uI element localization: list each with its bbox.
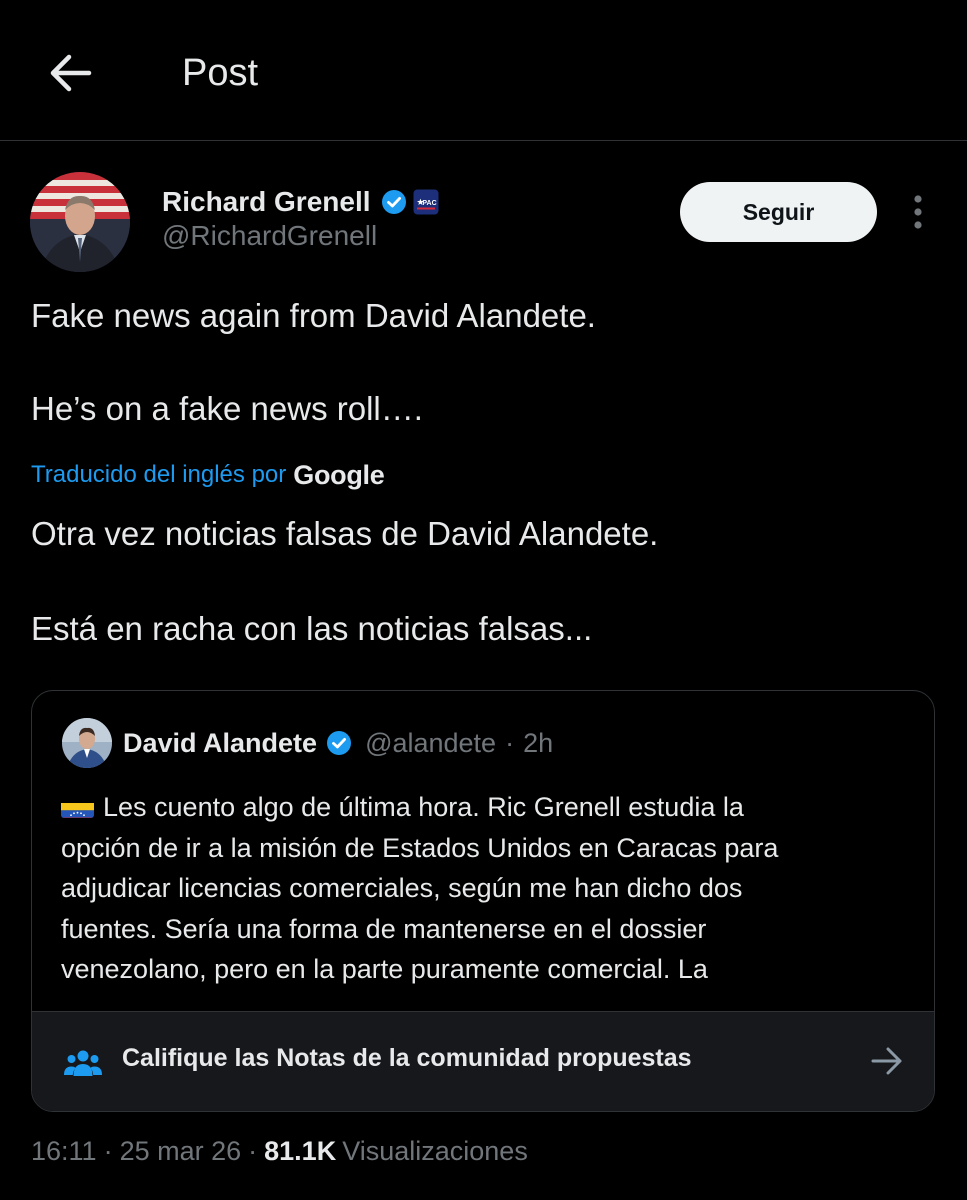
translated-text-line: Otra vez noticias falsas de David Alande… [31,515,659,552]
quoted-text-line: venezolano, pero en la parte puramente c… [61,954,708,984]
author-name[interactable]: Richard Grenell [162,186,371,218]
post-meta: 16:11 · 25 mar 26 · 81.1K Visualizacione… [31,1130,528,1172]
quoted-post-text: Les cuento algo de última hora. Ric Gren… [61,787,911,990]
back-arrow-icon [50,54,92,91]
quoted-author-handle: @alandete [365,727,497,758]
more-options-button[interactable] [900,188,936,236]
quoted-author-avatar [62,718,112,768]
affiliation-badge-icon[interactable]: PAC [413,189,439,215]
quoted-text-line: opción de ir a la misión de Estados Unid… [61,832,779,863]
arrow-right-icon [870,1046,904,1076]
views-label: Visualizaciones [342,1135,528,1166]
separator-dot: · [248,1135,258,1166]
translated-by-link[interactable]: Traducido del inglés por [31,461,286,489]
separator-dot: · [505,727,515,758]
svg-text:PAC: PAC [422,200,436,207]
author-name-row: Richard Grenell PAC [162,182,439,222]
quoted-post-time: 2h [523,727,554,758]
quoted-author-name: David Alandete [123,727,318,758]
page-title: Post [182,52,259,94]
quoted-text-line: adjudicar licencias comerciales, según m… [61,873,743,903]
tweet-text-line: He’s on a fake news roll…. [31,390,423,427]
author-avatar[interactable] [30,172,130,272]
back-button[interactable] [40,45,100,100]
quoted-post-header: David Alandete @alandete · 2h [123,723,553,763]
google-logo: Google [293,459,385,490]
views-count[interactable]: 81.1K [264,1136,336,1167]
more-vertical-icon [914,195,922,229]
tweet-text-line: Fake news again from David Alandete. [31,297,596,334]
quoted-text-segment: Les cuento algo de última hora. Ric Gren… [103,792,744,822]
venezuela-flag-icon [61,796,94,818]
top-bar: Post [0,0,967,141]
separator-dot: · [103,1135,113,1166]
verified-badge-icon [381,189,407,215]
community-notes-prompt[interactable]: Califique las Notas de la comunidad prop… [32,1011,934,1111]
translation-attribution: Traducido del inglés por Google [31,455,385,495]
quoted-text-line: Les cuento algo de última hora. Ric Gren… [61,787,911,828]
quoted-post[interactable]: David Alandete @alandete · 2h Les cuento… [31,690,935,1112]
verified-badge-icon [326,730,352,756]
post-date[interactable]: 25 mar 26 [120,1136,242,1167]
community-notes-label: Califique las Notas de la comunidad prop… [122,1044,692,1072]
post-time[interactable]: 16:11 [31,1136,97,1167]
quoted-text-line: fuentes. Sería una forma de mantenerse e… [61,913,707,944]
author-handle[interactable]: @RichardGrenell [162,220,377,252]
follow-button[interactable]: Seguir [680,182,877,242]
community-people-icon [64,1048,102,1078]
translated-text-line: Está en racha con las noticias falsas... [31,610,593,647]
